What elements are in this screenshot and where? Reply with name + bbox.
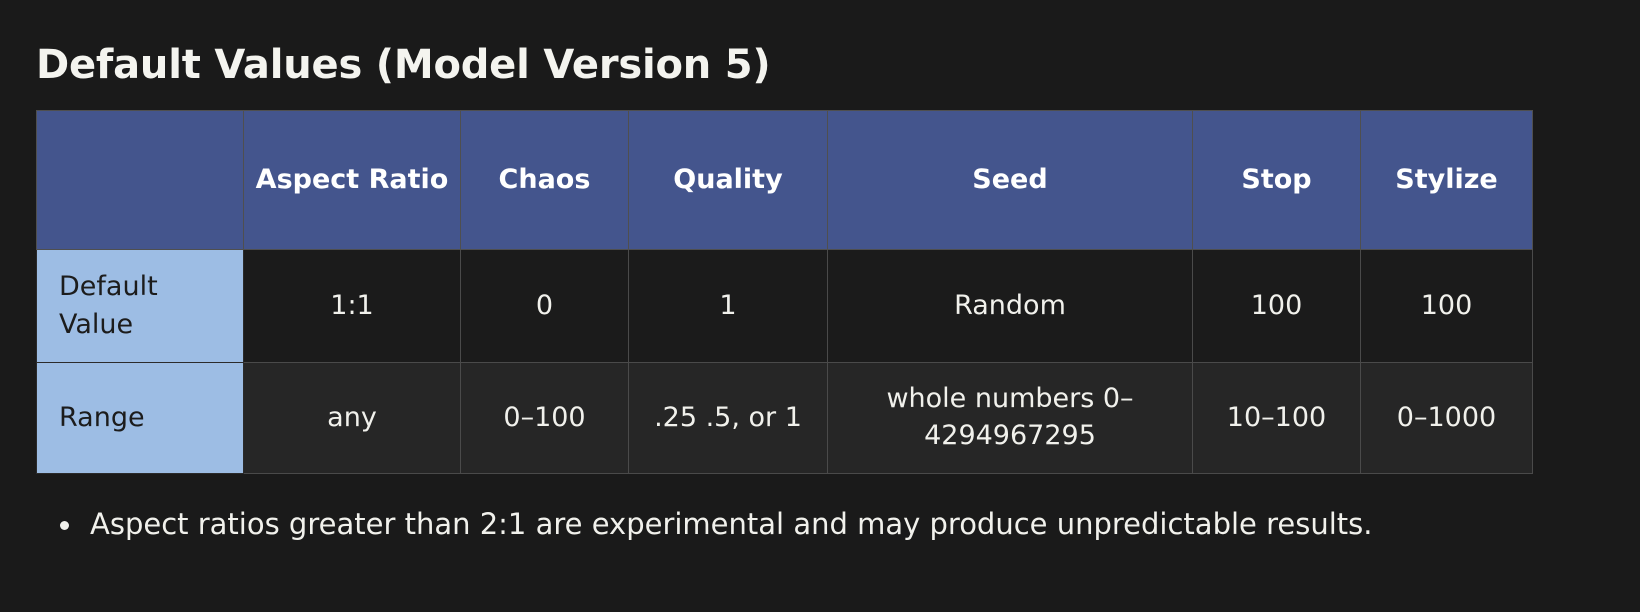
default-values-table: Aspect Ratio Chaos Quality Seed Stop Sty… — [36, 110, 1533, 474]
cell-range-chaos: 0–100 — [460, 362, 629, 474]
table-corner-header — [36, 110, 244, 250]
column-header-seed[interactable]: Seed — [827, 110, 1193, 250]
cell-default-chaos: 0 — [460, 249, 629, 363]
row-label-default-value: Default Value — [36, 249, 244, 363]
cell-range-stop: 10–100 — [1192, 362, 1361, 474]
cell-default-quality: 1 — [628, 249, 828, 363]
notes-list: Aspect ratios greater than 2:1 are exper… — [36, 505, 1596, 544]
column-header-stop[interactable]: Stop — [1192, 110, 1361, 250]
page-root: Default Values (Model Version 5) Aspect … — [0, 0, 1640, 612]
column-header-aspect-ratio[interactable]: Aspect Ratio — [243, 110, 461, 250]
bullet-icon — [60, 521, 69, 530]
row-label-range: Range — [36, 362, 244, 474]
table-header: Aspect Ratio Chaos Quality Seed Stop Sty… — [36, 110, 1533, 250]
note-text: Aspect ratios greater than 2:1 are exper… — [90, 507, 1373, 541]
cell-range-aspect-ratio: any — [243, 362, 461, 474]
cell-range-quality: .25 .5, or 1 — [628, 362, 828, 474]
cell-default-seed: Random — [827, 249, 1193, 363]
column-header-chaos[interactable]: Chaos — [460, 110, 629, 250]
column-header-quality[interactable]: Quality — [628, 110, 828, 250]
table-body: Default Value 1:1 0 1 Random 100 100 Ran… — [36, 249, 1533, 474]
notes-section: Aspect ratios greater than 2:1 are exper… — [36, 505, 1596, 544]
table-header-row: Aspect Ratio Chaos Quality Seed Stop Sty… — [36, 110, 1533, 250]
list-item: Aspect ratios greater than 2:1 are exper… — [60, 505, 1596, 544]
cell-default-aspect-ratio: 1:1 — [243, 249, 461, 363]
cell-default-stylize: 100 — [1360, 249, 1533, 363]
cell-range-seed: whole numbers 0–4294967295 — [827, 362, 1193, 474]
table-row: Range any 0–100 .25 .5, or 1 whole numbe… — [36, 362, 1533, 474]
page-title: Default Values (Model Version 5) — [36, 41, 771, 88]
cell-range-stylize: 0–1000 — [1360, 362, 1533, 474]
cell-default-stop: 100 — [1192, 249, 1361, 363]
default-values-table-container: Aspect Ratio Chaos Quality Seed Stop Sty… — [36, 110, 1533, 474]
column-header-stylize[interactable]: Stylize — [1360, 110, 1533, 250]
table-row: Default Value 1:1 0 1 Random 100 100 — [36, 249, 1533, 363]
